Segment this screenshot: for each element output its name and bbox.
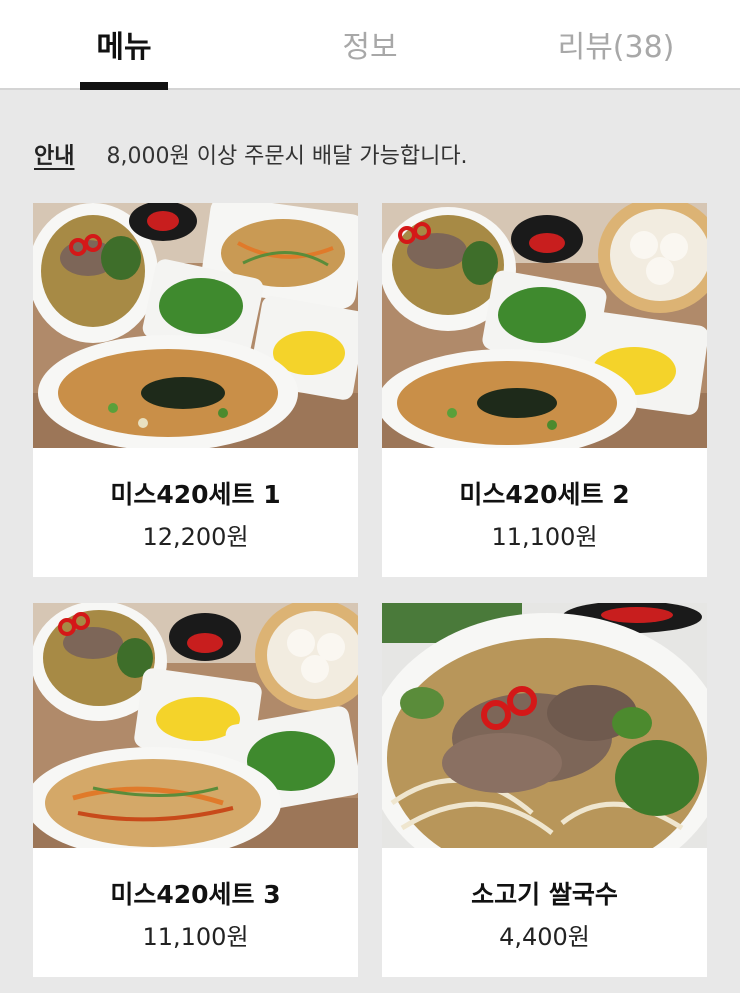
notice-label: 안내: [34, 144, 75, 169]
menu-item-price: 12,200원: [142, 523, 249, 551]
menu-card-set2[interactable]: 미스420세트 2 11,100원: [382, 203, 707, 577]
menu-item-price: 11,100원: [142, 923, 249, 951]
notice-text: 8,000원 이상 주문시 배달 가능합니다.: [106, 144, 468, 169]
tab-menu[interactable]: 메뉴: [24, 0, 224, 88]
menu-item-name: 미스420세트 3: [110, 880, 281, 909]
tab-reviews[interactable]: 리뷰(38): [516, 0, 716, 88]
menu-item-price: 4,400원: [499, 923, 590, 951]
menu-item-name: 소고기 쌀국수: [471, 880, 618, 909]
menu-card-set1[interactable]: 미스420세트 1 12,200원: [33, 203, 358, 577]
active-tab-indicator: [80, 82, 168, 90]
tab-bar: 메뉴 정보 리뷰(38): [0, 0, 740, 90]
set3-photo-icon: [33, 603, 358, 848]
menu-item-name: 미스420세트 1: [110, 480, 281, 509]
menu-item-price: 11,100원: [491, 523, 598, 551]
set1-photo-icon: [33, 203, 358, 448]
tab-info[interactable]: 정보: [270, 0, 470, 88]
menu-card-set3[interactable]: 미스420세트 3 11,100원: [33, 603, 358, 977]
menu-item-name: 미스420세트 2: [459, 480, 630, 509]
beef-pho-photo-icon: [382, 603, 707, 848]
delivery-notice: 안내 8,000원 이상 주문시 배달 가능합니다.: [34, 134, 468, 174]
menu-card-beef-pho[interactable]: 소고기 쌀국수 4,400원: [382, 603, 707, 977]
set2-photo-icon: [382, 203, 707, 448]
